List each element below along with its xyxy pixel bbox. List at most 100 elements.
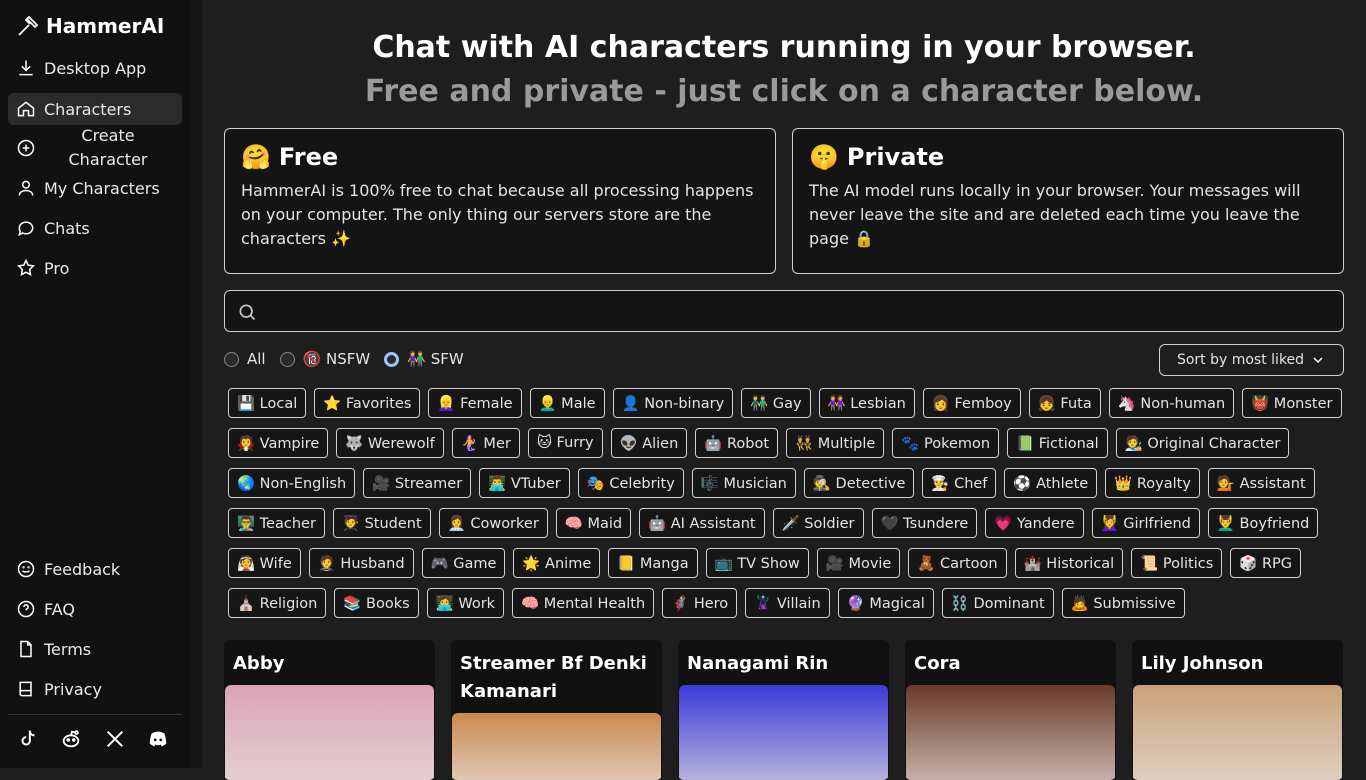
tag-chip[interactable]: 🤖 AI Assistant xyxy=(639,508,765,538)
character-card[interactable]: Cora xyxy=(905,640,1116,780)
content-filter: All 🔞 NSFW 👫 SFW xyxy=(224,350,464,368)
tag-chip[interactable]: 🎭 Celebrity xyxy=(577,468,684,498)
tag-chip[interactable]: 👹 Monster xyxy=(1242,388,1342,418)
tag-chip[interactable]: ⚽ Athlete xyxy=(1004,468,1098,498)
sort-dropdown[interactable]: Sort by most liked xyxy=(1159,344,1344,376)
tag-chip[interactable]: ⛓️ Dominant xyxy=(941,588,1054,618)
tag-chip[interactable]: 🦸 Hero xyxy=(662,588,738,618)
tag-chip[interactable]: 👩‍💼 Coworker xyxy=(438,508,548,538)
tag-chip[interactable]: 👤 Non-binary xyxy=(612,388,734,418)
radio-button[interactable] xyxy=(384,351,400,367)
tag-chip[interactable]: 👨‍🍳 Chef xyxy=(922,468,997,498)
search-input[interactable] xyxy=(224,290,1344,332)
tag-chip[interactable]: 🎼 Musician xyxy=(691,468,796,498)
tag-chip[interactable]: 👨‍🏫 Teacher xyxy=(228,508,325,538)
tag-chip[interactable]: 📜 Politics xyxy=(1131,548,1223,578)
sidebar-item-terms[interactable]: Terms xyxy=(8,633,182,665)
sidebar-item-desktop-app[interactable]: Desktop App xyxy=(8,52,182,84)
tag-chip[interactable]: 👑 Royalty xyxy=(1105,468,1200,498)
tag-chip[interactable]: 🙇 Submissive xyxy=(1061,588,1185,618)
tag-chip[interactable]: 🗡️ Soldier xyxy=(772,508,864,538)
sidebar-item-label: Pro xyxy=(44,258,70,278)
tag-chip[interactable]: 👧 Futa xyxy=(1028,388,1101,418)
tag-chip[interactable]: 👽 Alien xyxy=(610,428,688,458)
tag-chip[interactable]: 🐱 Furry xyxy=(527,428,603,458)
character-card[interactable]: Streamer Bf Denki Kamanari xyxy=(451,640,662,780)
tag-chip[interactable]: 🧛 Vampire xyxy=(228,428,329,458)
tag-chip[interactable]: 👰 Wife xyxy=(228,548,301,578)
sidebar-item-privacy[interactable]: Privacy xyxy=(8,673,182,705)
tag-chip[interactable]: 🎲 RPG xyxy=(1230,548,1301,578)
tiktok-icon[interactable] xyxy=(17,728,39,750)
tag-chip[interactable]: 🏰 Historical xyxy=(1014,548,1124,578)
sort-label: Sort by most liked xyxy=(1176,352,1305,368)
tag-chip[interactable]: 💗 Yandere xyxy=(985,508,1084,538)
filter-all[interactable]: All xyxy=(224,350,266,368)
discord-icon[interactable] xyxy=(147,728,169,750)
tag-chip[interactable]: 🧠 Mental Health xyxy=(512,588,655,618)
tag-chip[interactable]: 🎮 Game xyxy=(421,548,506,578)
tag-chip[interactable]: 👩‍💻 Work xyxy=(426,588,505,618)
tag-chip[interactable]: 👱‍♂️ Male xyxy=(529,388,605,418)
tag-chip[interactable]: 🦹 Villain xyxy=(745,588,830,618)
character-image xyxy=(1133,685,1342,780)
tag-chip[interactable]: ⭐ Favorites xyxy=(314,388,421,418)
tag-chip[interactable]: 🧠 Maid xyxy=(555,508,632,538)
tag-chip[interactable]: 💆‍♀️ Girlfriend xyxy=(1091,508,1200,538)
tag-chip[interactable]: 👭 Lesbian xyxy=(818,388,915,418)
tag-chip[interactable]: 🕵️ Detective xyxy=(803,468,915,498)
tag-chip[interactable]: ⛪ Religion xyxy=(228,588,327,618)
tag-chip[interactable]: 🎥 Streamer xyxy=(363,468,472,498)
tag-chip[interactable]: 🐺 Werewolf xyxy=(336,428,444,458)
sidebar-item-my-characters[interactable]: My Characters xyxy=(8,172,182,204)
tag-chip[interactable]: 📗 Fictional xyxy=(1007,428,1108,458)
smiley-icon xyxy=(17,560,35,578)
character-name: Nanagami Rin xyxy=(687,653,829,674)
tag-chip[interactable]: 🤵 Husband xyxy=(308,548,414,578)
app-logo[interactable]: HammerAI xyxy=(16,14,164,38)
radio-button[interactable] xyxy=(279,351,295,367)
tag-chip[interactable]: 📒 Manga xyxy=(608,548,698,578)
tag-chip[interactable]: 💁 Assistant xyxy=(1207,468,1315,498)
filter-label: All xyxy=(247,350,266,368)
tag-chip[interactable]: 🧑‍🎨 Original Character xyxy=(1115,428,1290,458)
sidebar-item-label: FAQ xyxy=(44,599,75,619)
sidebar-item-pro[interactable]: Pro xyxy=(8,252,182,284)
tag-chip[interactable]: 📚 Books xyxy=(334,588,419,618)
tag-chip[interactable]: 💆‍♂️ Boyfriend xyxy=(1207,508,1319,538)
sidebar-item-chats[interactable]: Chats xyxy=(8,212,182,244)
tag-chip[interactable]: 🧑‍🎓 Student xyxy=(332,508,431,538)
tag-chip[interactable]: 📺 TV Show xyxy=(705,548,809,578)
sidebar-item-characters[interactable]: Characters xyxy=(8,93,182,125)
tag-chip[interactable]: 👬 Gay xyxy=(741,388,811,418)
filter-nsfw[interactable]: 🔞 NSFW xyxy=(279,350,370,368)
tag-chip[interactable]: 💾 Local xyxy=(228,388,307,418)
reddit-icon[interactable] xyxy=(60,728,82,750)
filter-sfw[interactable]: 👫 SFW xyxy=(384,350,464,368)
tag-chip[interactable]: 🧜‍♀️ Mer xyxy=(451,428,520,458)
sidebar-item-create-character[interactable]: Create Character xyxy=(8,124,182,172)
radio-button[interactable] xyxy=(224,351,239,367)
character-card[interactable]: Lily Johnson xyxy=(1132,640,1343,780)
download-icon xyxy=(19,60,33,76)
sidebar-item-feedback[interactable]: Feedback xyxy=(8,553,182,585)
tag-chip[interactable]: 🎥 Movie xyxy=(816,548,901,578)
tag-chip[interactable]: 👩 Femboy xyxy=(922,388,1021,418)
x-icon[interactable] xyxy=(104,728,126,750)
tag-chip[interactable]: 👱‍♀️ Female xyxy=(428,388,522,418)
tag-chip[interactable]: 🖤 Tsundere xyxy=(871,508,978,538)
tag-chip[interactable]: 🧸 Cartoon xyxy=(908,548,1007,578)
tag-chip[interactable]: 🤖 Robot xyxy=(695,428,779,458)
character-card[interactable]: Nanagami Rin xyxy=(678,640,889,780)
sidebar: HammerAI Desktop App Characters Create C… xyxy=(0,0,190,768)
sidebar-item-faq[interactable]: FAQ xyxy=(8,593,182,625)
tag-chip[interactable]: 🐾 Pokemon xyxy=(892,428,1000,458)
tag-chip[interactable]: 🌏 Non-English xyxy=(228,468,356,498)
sidebar-item-label: Create Character xyxy=(68,126,148,169)
tag-chip[interactable]: 👨‍💻 VTuber xyxy=(479,468,570,498)
tag-chip[interactable]: 🦄 Non-human xyxy=(1108,388,1235,418)
tag-chip[interactable]: 🌟 Anime xyxy=(513,548,601,578)
tag-chip[interactable]: 👯 Multiple xyxy=(786,428,885,458)
tag-chip[interactable]: 🔮 Magical xyxy=(837,588,934,618)
character-card[interactable]: Abby xyxy=(224,640,435,780)
